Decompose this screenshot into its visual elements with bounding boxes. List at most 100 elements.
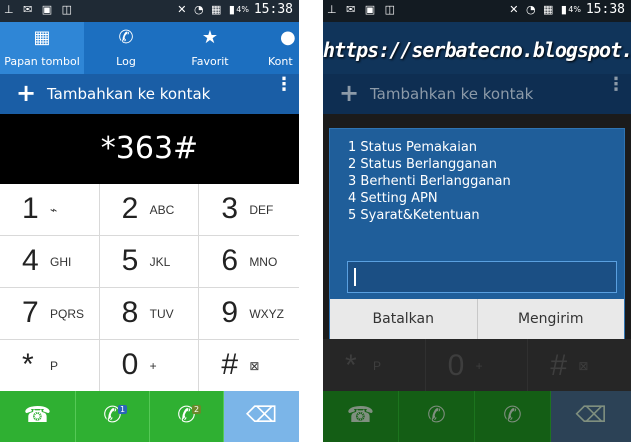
ussd-reply-input[interactable] (347, 261, 617, 293)
call-sim1-button[interactable]: ✆ 1 (76, 391, 150, 442)
backspace-button: ⌫ (551, 391, 631, 442)
key-digit: 4 (22, 244, 39, 277)
notification-icons: ⊥ ✉ ▣ ◫ (327, 3, 399, 16)
sim2-badge: 2 (192, 405, 202, 414)
sim1-badge: 1 (118, 405, 128, 414)
video-call-button[interactable]: ☎ (0, 391, 76, 442)
more-options-icon[interactable]: ⋮ (275, 76, 293, 94)
mute-icon: ⊠ (578, 359, 589, 373)
key-letters: JKL (149, 255, 171, 269)
key-5[interactable]: 5 JKL (99, 236, 200, 288)
key-digit: * (345, 349, 357, 382)
phone-icon: ✆ (177, 403, 196, 428)
star-icon: ★ (201, 27, 219, 48)
key-letters: DEF (249, 203, 274, 217)
backspace-icon: ⌫ (245, 403, 278, 428)
key-letters: ABC (149, 203, 175, 217)
video-call-icon: ☎ (346, 403, 375, 428)
tab-keypad[interactable]: ▦ Papan tombol (0, 22, 84, 74)
phone-icon: ✆ (503, 403, 522, 428)
key-hash: # ⊠ (528, 339, 631, 391)
backspace-button[interactable]: ⌫ (224, 391, 299, 442)
status-bar: ⊥ ✉ ▣ ◫ ✕ ◔ ▦ ▮ 4% 15:38 (0, 0, 299, 22)
status-bar: ⊥ ✉ ▣ ◫ ✕ ◔ ▦ ▮ 4% 15:38 (323, 0, 631, 22)
key-digit: 9 (221, 296, 238, 329)
key-4[interactable]: 4 GHI (0, 236, 100, 288)
add-to-contacts-label: Tambahkan ke kontak (47, 85, 211, 103)
video-call-button: ☎ (323, 391, 399, 442)
battery-level: 4% (236, 5, 249, 14)
phone-icon: ✆ (427, 403, 446, 428)
send-button[interactable]: Mengirim (476, 299, 625, 339)
person-icon: ● (280, 27, 296, 48)
ussd-dialog: 1 Status Pemakaian 2 Status Berlangganan… (329, 128, 625, 339)
key-letters: P (50, 359, 59, 373)
tab-label: Log (116, 55, 136, 68)
clock: 15:38 (253, 2, 293, 17)
key-letters: TUV (149, 307, 174, 321)
call-action-bar: ☎ ✆ ✆ ⌫ (323, 391, 631, 442)
add-to-contacts-label: Tambahkan ke kontak (370, 85, 534, 103)
call-action-bar: ☎ ✆ 1 ✆ 2 ⌫ (0, 391, 299, 442)
key-letters: P (373, 359, 382, 373)
notification-icons: ⊥ ✉ ▣ ◫ (4, 3, 76, 16)
dial-keypad: 1 ⌁ 2 ABC 3 DEF 4 GHI 5 JKL 6 MNO 7 PQRS 8 TUV 9… (0, 184, 299, 392)
key-digit: # (550, 349, 567, 382)
text-cursor (354, 268, 356, 286)
more-options-icon: ⋮ (607, 74, 625, 95)
key-letters: WXYZ (249, 307, 284, 321)
menu-option-2: 2 Status Berlangganan (348, 157, 497, 172)
dialed-number: *363# (100, 131, 199, 166)
ussd-dialog-screen: ⊥ ✉ ▣ ◫ ✕ ◔ ▦ ▮ 4% 15:38 + Tambahkan ke … (323, 0, 631, 442)
key-0: 0 + (426, 339, 529, 391)
key-letters: GHI (50, 255, 72, 269)
watermark-url: https://serbatecno.blogspot.com (323, 38, 631, 62)
key-3[interactable]: 3 DEF (199, 184, 299, 236)
keypad-icon: ▦ (33, 27, 51, 48)
key-6[interactable]: 6 MNO (199, 236, 299, 288)
key-letters: MNO (249, 255, 278, 269)
battery-level: 4% (568, 5, 581, 14)
key-digit: 0 (447, 349, 465, 382)
key-digit: * (22, 348, 34, 381)
add-to-contacts-bar[interactable]: + Tambahkan ke kontak ⋮ (0, 74, 299, 114)
key-star: * P (323, 339, 426, 391)
tab-log[interactable]: ✆ Log (84, 22, 168, 74)
system-icons: ✕ ◔ ▦ ▮ (509, 3, 569, 16)
voicemail-icon: ⌁ (50, 203, 58, 217)
call-log-icon: ✆ (118, 27, 134, 48)
key-letters: + (149, 359, 157, 373)
key-star[interactable]: * P (0, 340, 100, 392)
key-digit: 3 (221, 192, 238, 225)
add-to-contacts-bar: + Tambahkan ke kontak ⋮ (323, 74, 631, 114)
key-1[interactable]: 1 ⌁ (0, 184, 100, 236)
tab-favorites[interactable]: ★ Favorit (168, 22, 252, 74)
cancel-button[interactable]: Batalkan (330, 299, 477, 339)
key-letters: + (475, 359, 483, 373)
key-digit: 5 (121, 244, 139, 277)
dial-display: *363# (0, 114, 299, 184)
key-digit: 6 (221, 244, 238, 277)
key-digit: 2 (121, 192, 139, 225)
key-8[interactable]: 8 TUV (99, 288, 200, 340)
call-sim2-button: ✆ (475, 391, 551, 442)
key-hash[interactable]: # ⊠ (199, 340, 299, 392)
key-digit: 1 (22, 192, 39, 225)
key-7[interactable]: 7 PQRS (0, 288, 100, 340)
key-9[interactable]: 9 WXYZ (199, 288, 299, 340)
key-letters: PQRS (50, 307, 85, 321)
clock: 15:38 (585, 2, 625, 17)
call-sim2-button[interactable]: ✆ 2 (150, 391, 224, 442)
tab-label: Favorit (191, 55, 229, 68)
plus-icon: + (339, 79, 360, 107)
dialog-buttons: Batalkan Mengirim (330, 299, 624, 339)
menu-option-5: 5 Syarat&Ketentuan (348, 208, 480, 223)
system-icons: ✕ ◔ ▦ ▮ (177, 3, 237, 16)
key-digit: 0 (121, 348, 139, 381)
tab-contacts[interactable]: ● Kont (252, 22, 299, 74)
key-digit: 8 (121, 296, 139, 329)
key-2[interactable]: 2 ABC (99, 184, 200, 236)
video-call-icon: ☎ (23, 403, 52, 428)
key-0[interactable]: 0 + (100, 340, 200, 392)
tab-label: Kont (268, 55, 293, 68)
